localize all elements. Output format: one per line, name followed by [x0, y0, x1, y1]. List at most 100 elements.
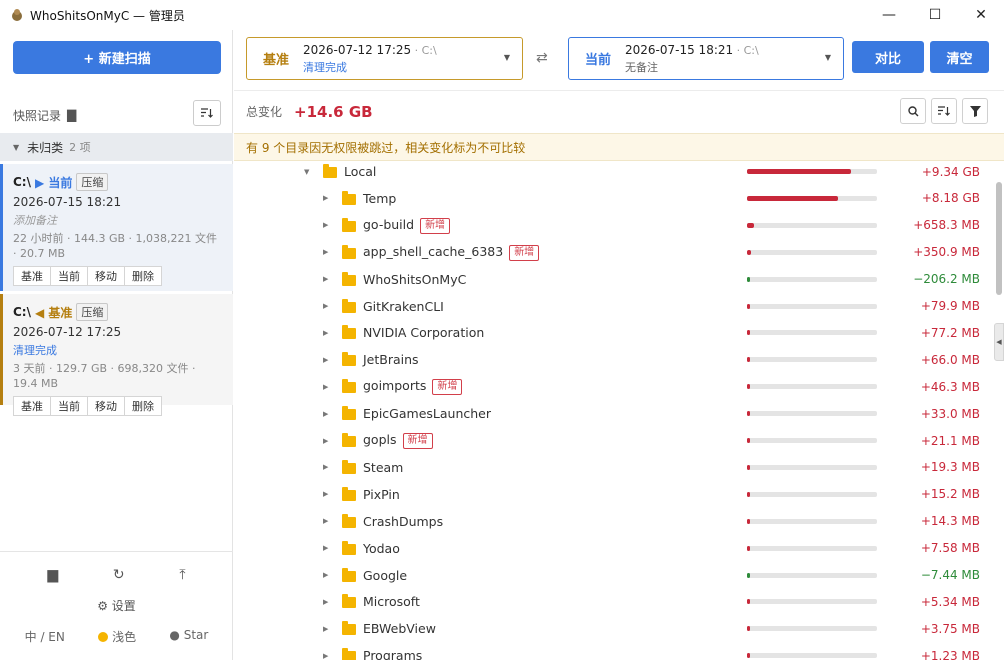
sort-button[interactable]: [193, 100, 221, 126]
filter-button[interactable]: [962, 98, 988, 124]
folder-name: goimports 新增: [363, 378, 463, 396]
move-button[interactable]: 移动: [87, 396, 125, 416]
maximize-button[interactable]: ☐: [912, 0, 958, 30]
refresh-icon[interactable]: ↻: [113, 567, 125, 583]
add-note-link[interactable]: 添加备注: [13, 212, 233, 228]
gear-icon: ⚙: [97, 599, 108, 613]
chevron-right-icon[interactable]: ▶: [323, 463, 328, 471]
new-badge: 新增: [402, 433, 433, 449]
new-badge: 新增: [509, 244, 540, 261]
tree-row[interactable]: ▶ Yodao +7.58 MB: [234, 535, 994, 562]
tree-row[interactable]: ▶ PixPin +15.2 MB: [234, 481, 994, 508]
folder-icon: ▇: [67, 108, 77, 122]
size-change-bar-fill: [747, 599, 750, 605]
chevron-right-icon[interactable]: ▶: [323, 517, 328, 525]
delete-button[interactable]: 删除: [124, 396, 162, 416]
swap-icon[interactable]: ⇄: [536, 50, 548, 66]
chevron-right-icon[interactable]: ▶: [323, 194, 328, 202]
move-button[interactable]: 移动: [87, 266, 125, 286]
current-date: 2026-07-15 18:21: [625, 42, 734, 57]
snapshot-group-uncategorized[interactable]: ▼ 未归类 2 项: [0, 133, 233, 161]
tree-row[interactable]: ▶ JetBrains +66.0 MB: [234, 346, 994, 373]
chevron-right-icon[interactable]: ▶: [323, 248, 328, 256]
total-change-label: 总变化: [246, 105, 283, 119]
current-snapshot-select[interactable]: 当前 2026-07-15 18:21 · C:\ 无备注 ▼: [568, 37, 844, 80]
tree-row[interactable]: ▶ Programs +1.23 MB: [234, 642, 994, 660]
size-delta: +19.3 MB: [920, 460, 980, 475]
current-note: 无备注: [625, 60, 658, 74]
theme-label: 浅色: [112, 630, 137, 644]
delete-button[interactable]: 删除: [124, 266, 162, 286]
tree-row[interactable]: ▶ app_shell_cache_6383 新增 +350.9 MB: [234, 239, 994, 266]
chevron-right-icon[interactable]: ▶: [323, 598, 328, 606]
size-delta: +21.1 MB: [920, 433, 980, 448]
tree-row[interactable]: ▶ GitKrakenCLI +79.9 MB: [234, 293, 994, 320]
settings-button[interactable]: ⚙ 设置: [0, 597, 233, 614]
set-base-button[interactable]: 基准: [13, 266, 51, 286]
snapshot-card-base[interactable]: C:\ ◀ 基准 压缩 2026-07-12 17:25 清理完成 3 天前 ·…: [0, 294, 233, 416]
language-toggle[interactable]: 中 / EN: [25, 628, 65, 645]
folder-icon: [342, 433, 356, 447]
github-star-link[interactable]: ● Star: [169, 628, 208, 645]
open-folder-icon[interactable]: ▆: [47, 567, 58, 583]
snapshots-title: 快照记录: [13, 108, 62, 123]
snapshot-card-current[interactable]: C:\ ▶ 当前 压缩 2026-07-15 18:21 添加备注 22 小时前…: [0, 164, 233, 291]
chevron-right-icon[interactable]: ▶: [323, 356, 328, 364]
compare-button[interactable]: 对比: [852, 41, 924, 73]
folder-name-text: goimports: [363, 378, 427, 394]
tree-row[interactable]: ▶ WhoShitsOnMyC −206.2 MB: [234, 266, 994, 293]
minimize-button[interactable]: —: [866, 0, 912, 30]
tree-row[interactable]: ▶ EBWebView +3.75 MB: [234, 615, 994, 642]
folder-name-text: Yodao: [363, 540, 400, 556]
set-current-button[interactable]: 当前: [50, 266, 88, 286]
chevron-right-icon[interactable]: ▶: [323, 571, 328, 579]
size-change-bar-fill: [747, 384, 750, 390]
size-delta: +46.3 MB: [920, 379, 980, 394]
folder-icon: [342, 540, 356, 555]
tree-row[interactable]: ▶ Microsoft +5.34 MB: [234, 588, 994, 615]
snapshot-note[interactable]: 清理完成: [13, 342, 233, 358]
set-base-button[interactable]: 基准: [13, 396, 51, 416]
tree-row[interactable]: ▶ CrashDumps +14.3 MB: [234, 508, 994, 535]
new-scan-button[interactable]: + 新建扫描: [13, 41, 221, 74]
chevron-right-icon[interactable]: ▶: [323, 383, 328, 391]
sort-button[interactable]: [931, 98, 957, 124]
theme-toggle[interactable]: 浅色: [98, 628, 136, 645]
base-snapshot-select[interactable]: 基准 2026-07-12 17:25 · C:\ 清理完成 ▼: [246, 37, 523, 80]
size-change-bar-fill: [747, 626, 750, 632]
clear-button[interactable]: 清空: [930, 41, 989, 73]
scrollbar-thumb[interactable]: [996, 182, 1002, 295]
tree-row[interactable]: ▶ Temp +8.18 GB: [234, 185, 994, 212]
set-current-button[interactable]: 当前: [50, 396, 88, 416]
tree-row[interactable]: ▼ Local +9.34 GB: [234, 161, 994, 185]
size-change-bar: [747, 626, 877, 632]
chevron-right-icon[interactable]: ▶: [323, 302, 328, 310]
chevron-right-icon[interactable]: ▶: [323, 544, 328, 552]
tree-row[interactable]: ▶ NVIDIA Corporation +77.2 MB: [234, 319, 994, 346]
tree-row[interactable]: ▶ go-build 新增 +658.3 MB: [234, 212, 994, 239]
tree-row[interactable]: ▶ Steam +19.3 MB: [234, 454, 994, 481]
chevron-right-icon[interactable]: ▶: [323, 652, 328, 660]
chevron-right-icon[interactable]: ▶: [323, 437, 328, 445]
folder-icon: [342, 298, 356, 313]
search-button[interactable]: [900, 98, 926, 124]
chevron-right-icon[interactable]: ▶: [323, 410, 328, 418]
tree-row[interactable]: ▶ EpicGamesLauncher +33.0 MB: [234, 400, 994, 427]
folder-icon: [342, 648, 356, 660]
chevron-right-icon[interactable]: ▶: [323, 275, 328, 283]
chevron-right-icon[interactable]: ▶: [323, 221, 328, 229]
chevron-right-icon[interactable]: ▶: [323, 490, 328, 498]
tree-row[interactable]: ▶ Google −7.44 MB: [234, 562, 994, 589]
chevron-left-icon: ◀: [996, 338, 1002, 346]
close-button[interactable]: ✕: [958, 0, 1004, 30]
chevron-right-icon[interactable]: ▶: [323, 329, 328, 337]
chevron-down-icon[interactable]: ▼: [304, 168, 309, 176]
tree-row[interactable]: ▶ gopls 新增 +21.1 MB: [234, 427, 994, 454]
export-icon[interactable]: ⤒: [179, 567, 185, 583]
collapse-handle[interactable]: ◀: [994, 323, 1004, 361]
compressed-badge: 压缩: [76, 173, 109, 191]
tree-row[interactable]: ▶ goimports 新增 +46.3 MB: [234, 373, 994, 400]
folder-name: CrashDumps: [363, 514, 443, 529]
size-change-bar-fill: [747, 464, 750, 470]
chevron-right-icon[interactable]: ▶: [323, 625, 328, 633]
